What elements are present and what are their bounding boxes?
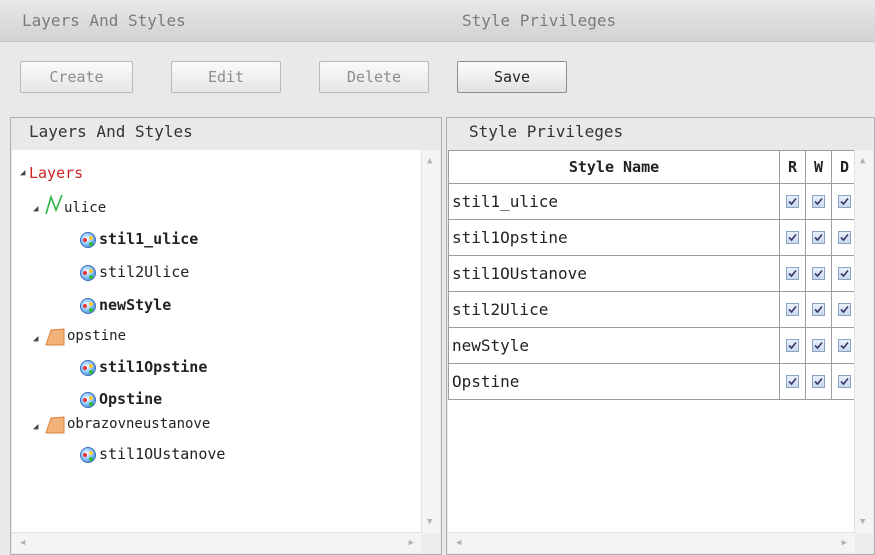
- style-icon: [80, 360, 96, 376]
- create-button[interactable]: Create: [20, 61, 133, 93]
- privilege-cell-r: [779, 219, 806, 256]
- column-header-r[interactable]: R: [779, 150, 806, 184]
- style-name: stil2Ulice: [99, 263, 190, 281]
- scroll-down-icon[interactable]: ▼: [860, 517, 865, 527]
- privilege-checkbox-w[interactable]: [812, 231, 825, 244]
- polygon-layer-icon: [45, 328, 65, 346]
- scroll-left-icon[interactable]: ◀: [456, 538, 461, 548]
- privilege-checkbox-d[interactable]: [838, 195, 851, 208]
- horizontal-scrollbar[interactable]: ◀ ▶: [448, 532, 855, 553]
- privilege-cell-w: [805, 183, 832, 220]
- privilege-checkbox-w[interactable]: [812, 195, 825, 208]
- scroll-up-icon[interactable]: ▲: [427, 156, 432, 166]
- layer-name: opstine: [67, 328, 127, 344]
- privilege-cell-r: [779, 291, 806, 328]
- column-header-w[interactable]: W: [805, 150, 832, 184]
- style-name: stil1Opstine: [99, 358, 208, 376]
- horizontal-scrollbar[interactable]: ◀ ▶: [12, 532, 422, 553]
- privileges-table-area: Style Name R W D stil1_ulice stil1Opstine…: [448, 150, 873, 553]
- privilege-checkbox-r[interactable]: [786, 195, 799, 208]
- style-icon: [80, 265, 96, 281]
- layers-and-styles-panel: Layers And Styles ◢ Layers ◢ ulice stil1…: [10, 117, 442, 555]
- expand-triangle-icon[interactable]: ◢: [33, 334, 38, 344]
- privilege-checkbox-d[interactable]: [838, 303, 851, 316]
- scroll-left-icon[interactable]: ◀: [20, 538, 25, 548]
- privilege-checkbox-r[interactable]: [786, 375, 799, 388]
- table-row[interactable]: newStyle: [448, 327, 858, 364]
- privilege-cell-w: [805, 327, 832, 364]
- privilege-checkbox-r[interactable]: [786, 267, 799, 280]
- scroll-right-icon[interactable]: ▶: [409, 538, 414, 548]
- scroll-up-icon[interactable]: ▲: [860, 156, 865, 166]
- edit-button[interactable]: Edit: [171, 61, 281, 93]
- table-row[interactable]: stil2Ulice: [448, 291, 858, 328]
- polygon-layer-icon: [45, 416, 65, 434]
- privilege-checkbox-w[interactable]: [812, 339, 825, 352]
- layer-name: obrazovneustanove: [67, 416, 211, 432]
- table-row[interactable]: stil1Opstine: [448, 219, 858, 256]
- style-icon: [80, 447, 96, 463]
- expand-triangle-icon[interactable]: ◢: [20, 168, 25, 178]
- privilege-cell-w: [805, 255, 832, 292]
- table-row[interactable]: stil1OUstanove: [448, 255, 858, 292]
- privilege-cell-r: [779, 255, 806, 292]
- privilege-cell-w: [805, 219, 832, 256]
- style-name-cell: stil1OUstanove: [448, 255, 780, 292]
- style-icon: [80, 232, 96, 248]
- privilege-checkbox-r[interactable]: [786, 303, 799, 316]
- privilege-checkbox-w[interactable]: [812, 303, 825, 316]
- table-row[interactable]: Opstine: [448, 363, 858, 400]
- privileges-table: Style Name R W D stil1_ulice stil1Opstine…: [448, 150, 858, 400]
- privilege-checkbox-d[interactable]: [838, 375, 851, 388]
- layer-name: ulice: [64, 200, 107, 216]
- layers-panel-title: Layers And Styles: [29, 122, 193, 141]
- style-privileges-header: Style Privileges: [442, 0, 875, 42]
- privilege-cell-r: [779, 327, 806, 364]
- privilege-cell-w: [805, 291, 832, 328]
- privileges-panel-title: Style Privileges: [469, 122, 624, 141]
- scrollbar-corner: [855, 533, 873, 553]
- style-name: Opstine: [99, 390, 163, 408]
- style-name-cell: stil1_ulice: [448, 183, 780, 220]
- style-icon: [80, 298, 96, 314]
- expand-triangle-icon[interactable]: ◢: [33, 204, 38, 214]
- style-privileges-panel: Style Privileges Style Name R W D stil1_…: [446, 117, 875, 555]
- style-name: stil1OUstanove: [99, 445, 226, 463]
- expand-triangle-icon[interactable]: ◢: [33, 422, 38, 432]
- delete-button[interactable]: Delete: [319, 61, 429, 93]
- layers-and-styles-header: Layers And Styles: [0, 0, 442, 42]
- scroll-down-icon[interactable]: ▼: [427, 517, 432, 527]
- privilege-checkbox-d[interactable]: [838, 339, 851, 352]
- privilege-checkbox-r[interactable]: [786, 339, 799, 352]
- column-header-style-name[interactable]: Style Name: [448, 150, 780, 184]
- privilege-cell-w: [805, 363, 832, 400]
- privilege-checkbox-d[interactable]: [838, 267, 851, 280]
- style-name: newStyle: [99, 296, 172, 314]
- save-button[interactable]: Save: [457, 61, 567, 93]
- style-icon: [80, 392, 96, 408]
- style-name-cell: stil2Ulice: [448, 291, 780, 328]
- privilege-checkbox-w[interactable]: [812, 267, 825, 280]
- layers-tree: ◢ Layers ◢ ulice stil1_ulice stil2Ulice …: [12, 150, 440, 553]
- privilege-checkbox-d[interactable]: [838, 231, 851, 244]
- line-layer-icon: [45, 194, 63, 215]
- style-name-cell: Opstine: [448, 363, 780, 400]
- tree-root-label: Layers: [29, 164, 84, 182]
- privilege-checkbox-r[interactable]: [786, 231, 799, 244]
- scrollbar-corner: [422, 533, 440, 553]
- vertical-scrollbar[interactable]: ▲ ▼: [421, 150, 440, 533]
- scroll-right-icon[interactable]: ▶: [842, 538, 847, 548]
- vertical-scrollbar[interactable]: ▲ ▼: [854, 150, 873, 533]
- table-header-row: Style Name R W D: [448, 150, 858, 184]
- privilege-checkbox-w[interactable]: [812, 375, 825, 388]
- privilege-cell-r: [779, 183, 806, 220]
- style-name-cell: newStyle: [448, 327, 780, 364]
- privilege-cell-r: [779, 363, 806, 400]
- table-row[interactable]: stil1_ulice: [448, 183, 858, 220]
- style-name: stil1_ulice: [99, 230, 199, 248]
- style-name-cell: stil1Opstine: [448, 219, 780, 256]
